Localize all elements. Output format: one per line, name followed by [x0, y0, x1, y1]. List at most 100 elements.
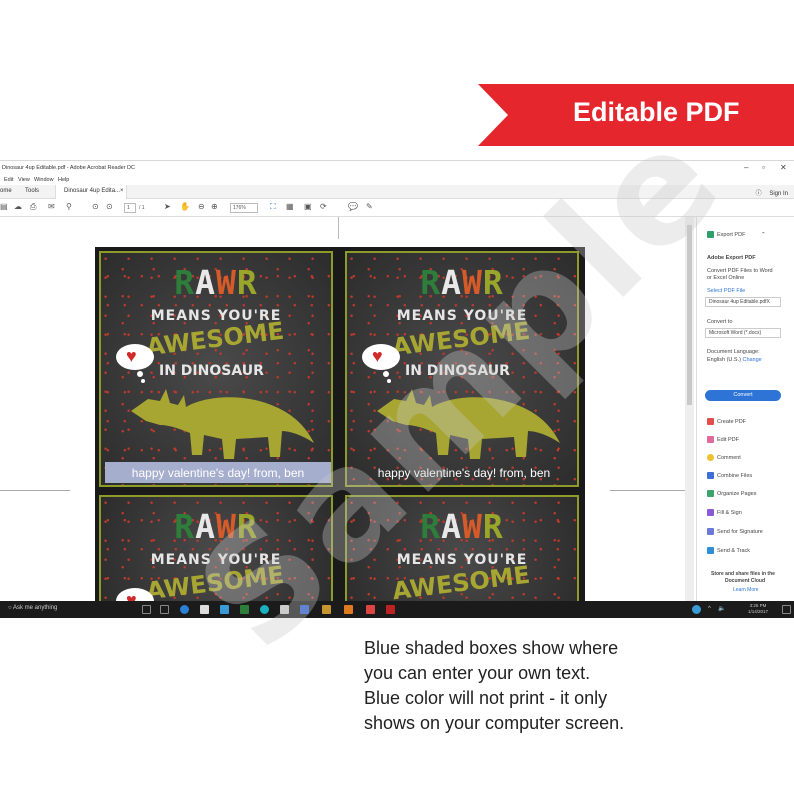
- export-description-1: Convert PDF Files to Word: [707, 268, 773, 274]
- valentine-card-3: RAWR MEANS YOU'RE AWESOME ♥: [99, 495, 333, 615]
- menu-view[interactable]: View: [18, 177, 30, 183]
- tray-chevron-icon[interactable]: ^: [708, 606, 717, 615]
- dropbox-icon[interactable]: [280, 605, 289, 614]
- selected-file-field[interactable]: Dinosaur 4up Editable.pdfX: [705, 297, 781, 307]
- task-view-icon[interactable]: [160, 605, 169, 614]
- convert-button[interactable]: Convert: [705, 390, 781, 401]
- format-select[interactable]: Microsoft Word (*.docx): [705, 328, 781, 338]
- next-page-icon[interactable]: ⊙: [106, 202, 113, 211]
- tools-pane: Export PDF ⌃ Adobe Export PDF Convert PD…: [696, 217, 784, 601]
- bubble-dot: [383, 371, 389, 377]
- search-icon[interactable]: ⚲: [66, 202, 72, 211]
- comment-icon[interactable]: 💬: [348, 202, 358, 211]
- page-number-input[interactable]: 1: [124, 203, 136, 213]
- zoom-level-select[interactable]: 176%: [230, 203, 258, 213]
- scroll-mode-icon[interactable]: ▦: [286, 202, 294, 211]
- help-icon[interactable]: ⓘ: [756, 191, 762, 197]
- language-row: English (U.S.) Change: [707, 357, 762, 363]
- fullscreen-icon[interactable]: ▣: [304, 202, 312, 211]
- store-icon[interactable]: [200, 605, 209, 614]
- rotate-icon[interactable]: ⟳: [320, 202, 327, 211]
- email-icon[interactable]: ✉: [48, 202, 55, 211]
- print-icon[interactable]: ⎙: [30, 202, 36, 212]
- mic-icon[interactable]: [142, 605, 151, 614]
- acrobat-reader-icon[interactable]: [386, 605, 395, 614]
- change-language-link[interactable]: Change: [742, 357, 761, 363]
- rawr-letter-a: A: [441, 507, 462, 546]
- thought-bubble: ♥: [116, 344, 154, 370]
- tool-send-signature[interactable]: Send for Signature: [707, 528, 763, 535]
- valentine-card-4: RAWR MEANS YOU'RE AWESOME: [345, 495, 579, 615]
- menu-window[interactable]: Window: [34, 177, 54, 183]
- scrollbar-thumb[interactable]: [687, 225, 692, 405]
- means-youre-text: MEANS YOU'RE: [396, 308, 528, 324]
- hand-tool-icon[interactable]: ✋: [180, 202, 190, 211]
- caption-line: Blue shaded boxes show where: [364, 638, 619, 658]
- rawr-letter-r: R: [420, 507, 442, 546]
- fit-page-icon[interactable]: ⛶: [270, 202, 276, 212]
- app-icon[interactable]: [260, 605, 269, 614]
- sign-icon[interactable]: ✎: [366, 202, 373, 211]
- tab-document[interactable]: Dinosaur 4up Edita... ×: [55, 185, 127, 199]
- rawr-heading: RAWR: [101, 507, 331, 546]
- chevron-up-icon[interactable]: ⌃: [761, 232, 766, 238]
- means-youre-text: MEANS YOU'RE: [150, 308, 282, 324]
- save-icon[interactable]: ▤: [0, 202, 8, 211]
- rawr-letter-r2: R: [482, 507, 504, 546]
- tool-label: Combine Files: [717, 472, 753, 479]
- minimize-icon[interactable]: –: [744, 163, 748, 172]
- organize-pages-icon: [707, 490, 714, 497]
- tool-label: Send & Track: [717, 547, 751, 554]
- adobe-export-title: Adobe Export PDF: [707, 255, 756, 261]
- notification-icon[interactable]: [782, 605, 791, 614]
- cloud-promo-2: Document Cloud: [725, 578, 765, 584]
- editable-text-field[interactable]: happy valentine's day! from, ben: [351, 462, 577, 483]
- tool-send-track[interactable]: Send & Track: [707, 547, 750, 554]
- combine-files-icon: [707, 472, 714, 479]
- excel-icon[interactable]: [240, 605, 249, 614]
- volume-icon[interactable]: 🔈: [718, 605, 727, 614]
- rawr-letter-a: A: [441, 263, 462, 302]
- clock-date: 1/14/2017: [748, 609, 769, 614]
- maximize-icon[interactable]: ▫: [762, 163, 765, 172]
- edit-pdf-icon: [707, 436, 714, 443]
- acrobat-icon[interactable]: [366, 605, 375, 614]
- menu-edit[interactable]: Edit: [4, 177, 13, 183]
- tab-close-icon[interactable]: ×: [120, 188, 124, 194]
- vertical-scrollbar[interactable]: [685, 217, 694, 601]
- app2-icon[interactable]: [322, 605, 331, 614]
- editable-text-field[interactable]: happy valentine's day! from, ben: [105, 462, 331, 483]
- photos-icon[interactable]: [220, 605, 229, 614]
- tray-app-icon[interactable]: [692, 605, 701, 614]
- tool-comment[interactable]: Comment: [707, 454, 741, 461]
- rawr-letter-w: W: [216, 507, 237, 546]
- tool-combine-files[interactable]: Combine Files: [707, 472, 752, 479]
- select-tool-icon[interactable]: ➤: [164, 202, 171, 211]
- upload-icon[interactable]: ☁: [14, 202, 22, 211]
- means-youre-text: MEANS YOU'RE: [396, 552, 528, 568]
- page-divider-left: [0, 490, 70, 491]
- tool-create-pdf[interactable]: Create PDF: [707, 418, 746, 425]
- close-icon[interactable]: ✕: [780, 163, 787, 172]
- valentine-card-1: RAWR MEANS YOU'RE AWESOME IN DINOSAUR ♥ …: [99, 251, 333, 487]
- illustrator-icon[interactable]: [344, 605, 353, 614]
- edge-icon[interactable]: [180, 605, 189, 614]
- zoom-in-icon[interactable]: ⊕: [211, 202, 218, 211]
- learn-more-link[interactable]: Learn More: [733, 587, 759, 593]
- clock[interactable]: 3:26 PM 1/14/2017: [748, 603, 768, 615]
- tab-tools[interactable]: Tools: [25, 188, 39, 194]
- rawr-letter-a: A: [195, 507, 216, 546]
- word-icon[interactable]: [300, 605, 309, 614]
- tool-fill-sign[interactable]: Fill & Sign: [707, 509, 742, 516]
- tool-organize-pages[interactable]: Organize Pages: [707, 490, 756, 497]
- export-pdf-header[interactable]: Export PDF ⌃: [707, 231, 766, 238]
- in-dinosaur-text: IN DINOSAUR: [405, 363, 510, 379]
- tool-edit-pdf[interactable]: Edit PDF: [707, 436, 739, 443]
- zoom-out-icon[interactable]: ⊖: [198, 202, 205, 211]
- sign-in-link[interactable]: ⓘ Sign In: [756, 188, 788, 197]
- prev-page-icon[interactable]: ⊙: [92, 202, 99, 211]
- menu-help[interactable]: Help: [58, 177, 69, 183]
- cortana-search[interactable]: ○ Ask me anything: [8, 605, 57, 611]
- tab-home[interactable]: ome: [0, 188, 12, 194]
- toolbar: ▤ ☁ ⎙ ✉ ⚲ ⊙ ⊙ 1 / 1 ➤ ✋ ⊖ ⊕ 176% ⛶ ▦ ▣ ⟳…: [0, 199, 794, 217]
